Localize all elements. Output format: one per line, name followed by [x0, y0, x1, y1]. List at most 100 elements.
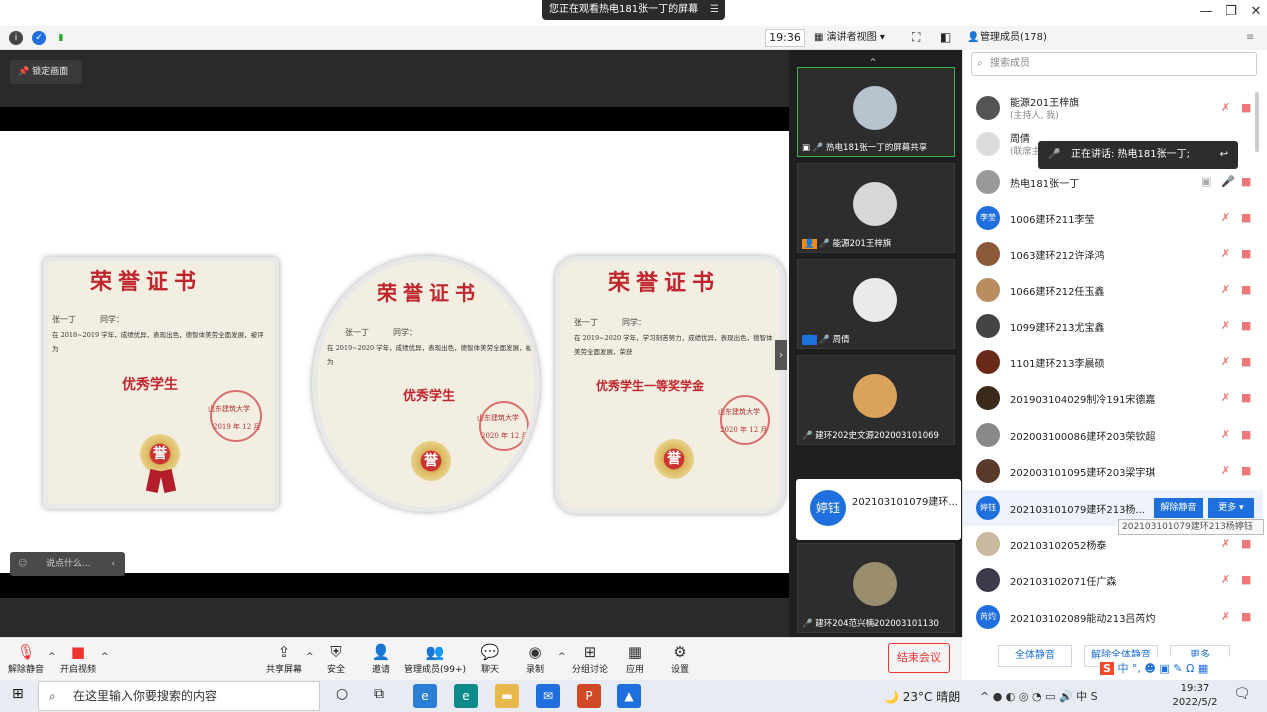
mic-muted-icon[interactable]: ✗ — [1221, 610, 1230, 623]
weather-widget[interactable]: 🌙 23°C 晴朗 — [884, 688, 960, 705]
taskbar-search-input[interactable]: ⌕ 在这里输入你要搜索的内容 — [38, 681, 320, 711]
chat-input[interactable]: ☺ 说点什么... ‹ — [10, 552, 125, 576]
end-meeting-button[interactable]: 结束会议 — [888, 643, 950, 673]
meeting-app-icon[interactable]: ▲ — [617, 684, 641, 708]
lock-view-button[interactable]: 📌 锁定画面 — [10, 60, 82, 84]
mic-on-icon[interactable]: 🎤 — [1221, 175, 1235, 188]
panel-scrollbar[interactable] — [1255, 92, 1259, 152]
screen-share-banner[interactable]: 您正在观看热电181张一丁的屏幕 ☰ — [542, 0, 725, 20]
edge-icon[interactable]: e — [454, 684, 478, 708]
security-button[interactable]: ⛨ 安全 — [322, 642, 350, 675]
chevron-up-icon[interactable]: ^ — [558, 652, 566, 662]
windows-start-icon[interactable]: ⊞ — [12, 686, 24, 702]
share-screen-button[interactable]: ⇪ 共享屏幕 — [264, 642, 304, 675]
signal-icon[interactable]: ▮ — [54, 31, 68, 45]
collapse-strip-icon[interactable]: › — [775, 340, 787, 370]
camera-off-icon[interactable]: ■ — [1241, 537, 1251, 550]
cert-title: 荣誉证书 — [90, 269, 203, 295]
video-tile[interactable]: 🎤 建环202史文源202003101069 — [797, 355, 955, 445]
camera-off-icon[interactable]: ■ — [1241, 610, 1251, 623]
camera-off-icon[interactable]: ■ — [1241, 211, 1251, 224]
shield-icon[interactable]: ✓ — [32, 31, 46, 45]
record-button[interactable]: ◉ 录制 — [521, 642, 549, 675]
camera-off-icon[interactable]: ■ — [1241, 319, 1251, 332]
chat-button[interactable]: 💬 聊天 — [476, 642, 504, 675]
minimize-button[interactable]: — — [1195, 3, 1217, 21]
reply-icon[interactable]: ↩ — [1220, 141, 1228, 169]
camera-off-icon[interactable]: ■ — [1241, 101, 1251, 114]
ie-icon[interactable]: e — [413, 684, 437, 708]
participant-row[interactable]: 202103102071任广森 ✗ ■ — [963, 562, 1263, 598]
participant-row[interactable]: 1101建环213李晨硕 ✗ ■ — [963, 344, 1263, 380]
taskbar-clock[interactable]: 19:37 2022/5/2 — [1170, 682, 1220, 710]
video-tile[interactable]: 👤 🎤 周倩 — [797, 259, 955, 349]
mic-muted-icon[interactable]: ✗ — [1221, 319, 1230, 332]
system-tray-icons[interactable]: ^ ● ◐ ◎ ◔ ▭ 🔊 中 S — [980, 688, 1098, 704]
restore-button[interactable]: ❐ — [1220, 3, 1242, 21]
participant-row[interactable]: 能源201王梓旗 (主持人, 我) ✗ ■ — [963, 90, 1263, 126]
mic-muted-icon[interactable]: ✗ — [1221, 211, 1230, 224]
participant-row[interactable]: 202003101095建环203梁宇琪 ✗ ■ — [963, 453, 1263, 489]
fullscreen-icon[interactable]: ⛶ — [912, 30, 920, 45]
chevron-up-icon[interactable]: ^ — [101, 652, 109, 662]
mic-muted-icon[interactable]: ✗ — [1221, 101, 1230, 114]
mic-muted-icon[interactable]: ✗ — [1221, 247, 1230, 260]
unmute-button[interactable]: 🎙 解除静音 — [6, 642, 46, 675]
camera-off-icon[interactable]: ■ — [1241, 355, 1251, 368]
camera-off-icon[interactable]: ■ — [1241, 391, 1251, 404]
panel-menu-icon[interactable]: ≡ — [1246, 26, 1254, 50]
info-icon[interactable]: i — [9, 31, 23, 45]
participant-row[interactable]: 1063建环212许泽鸿 ✗ ■ — [963, 236, 1263, 272]
chevron-up-icon[interactable]: ^ — [306, 652, 314, 662]
participant-row[interactable]: 1099建环213尤宝鑫 ✗ ■ — [963, 308, 1263, 344]
breakout-rooms-button[interactable]: ⊞ 分组讨论 — [570, 642, 610, 675]
cortana-icon[interactable]: ○ — [336, 686, 348, 702]
camera-off-icon[interactable]: ■ — [1241, 428, 1251, 441]
more-options-button[interactable]: 更多 ▾ — [1208, 498, 1254, 518]
mic-muted-icon[interactable]: ✗ — [1221, 283, 1230, 296]
banner-menu-icon[interactable]: ☰ — [710, 0, 719, 20]
camera-off-icon[interactable]: ■ — [1241, 283, 1251, 296]
participant-row[interactable]: 1066建环212任玉鑫 ✗ ■ — [963, 272, 1263, 308]
mic-muted-icon[interactable]: ✗ — [1221, 537, 1230, 550]
camera-off-icon[interactable]: ■ — [1241, 175, 1251, 188]
manage-members-button[interactable]: 👥 管理成员(99+) — [404, 642, 466, 675]
notification-icon[interactable]: 🗨 — [1233, 686, 1251, 702]
file-explorer-icon[interactable]: ▬ — [495, 684, 519, 708]
mute-all-button[interactable]: 全体静音 — [998, 645, 1072, 667]
chevron-down-icon[interactable]: ⌄ — [870, 614, 880, 628]
camera-off-icon[interactable]: ■ — [1241, 247, 1251, 260]
close-button[interactable]: ✕ — [1245, 3, 1267, 21]
participant-row[interactable]: 201903104029制冷191宋德嘉 ✗ ■ — [963, 380, 1263, 416]
panel-header: 👤 管理成员(178) ≡ — [962, 26, 1267, 50]
mic-muted-icon[interactable]: ✗ — [1221, 355, 1230, 368]
video-tile[interactable]: 👤 🎤 能源201王梓旗 — [797, 163, 955, 253]
emoji-icon[interactable]: ☺ — [18, 552, 27, 576]
task-view-icon[interactable]: ⧉ — [374, 686, 384, 702]
video-tile[interactable]: ▣ 🎤 热电181张一丁的屏幕共享 — [797, 67, 955, 157]
powerpoint-icon[interactable]: P — [577, 684, 601, 708]
layout-icon[interactable]: ◧ — [940, 30, 951, 44]
ime-toolbar[interactable]: S 中 °, ☻ ▣ ✎ Ω ▦ — [1100, 657, 1267, 681]
participant-row[interactable]: 202103102052杨泰 ✗ ■ — [963, 526, 1263, 562]
search-input[interactable]: ⌕ 搜索成员 — [971, 52, 1257, 76]
mic-muted-icon[interactable]: ✗ — [1221, 428, 1230, 441]
participant-row[interactable]: 芮灼 202103102089能动213吕芮灼 ✗ ■ — [963, 599, 1263, 635]
camera-off-icon[interactable]: ■ — [1241, 573, 1251, 586]
participant-row[interactable]: 202003100086建环203荣钦超 ✗ ■ — [963, 417, 1263, 453]
mic-muted-icon[interactable]: ✗ — [1221, 464, 1230, 477]
invite-button[interactable]: 👤 邀请 — [367, 642, 395, 675]
mic-muted-icon[interactable]: ✗ — [1221, 573, 1230, 586]
unmute-participant-button[interactable]: 解除静音 — [1154, 498, 1203, 518]
settings-button[interactable]: ⚙ 设置 — [666, 642, 694, 675]
start-video-button[interactable]: ■ 开启视频 — [58, 642, 98, 675]
speaker-view-button[interactable]: ▦ 演讲者视图 ▾ — [814, 29, 902, 47]
apps-button[interactable]: ▦ 应用 — [621, 642, 649, 675]
mic-muted-icon[interactable]: ✗ — [1221, 391, 1230, 404]
camera-off-icon[interactable]: ■ — [1241, 464, 1251, 477]
participant-row[interactable]: 李莹 1006建环211李莹 ✗ ■ — [963, 200, 1263, 236]
chevron-left-icon[interactable]: ‹ — [111, 552, 115, 576]
participant-row[interactable]: 热电181张一丁 ▣ 🎤 ■ — [963, 164, 1263, 200]
mail-icon[interactable]: ✉ — [536, 684, 560, 708]
chevron-up-icon[interactable]: ^ — [48, 652, 56, 662]
